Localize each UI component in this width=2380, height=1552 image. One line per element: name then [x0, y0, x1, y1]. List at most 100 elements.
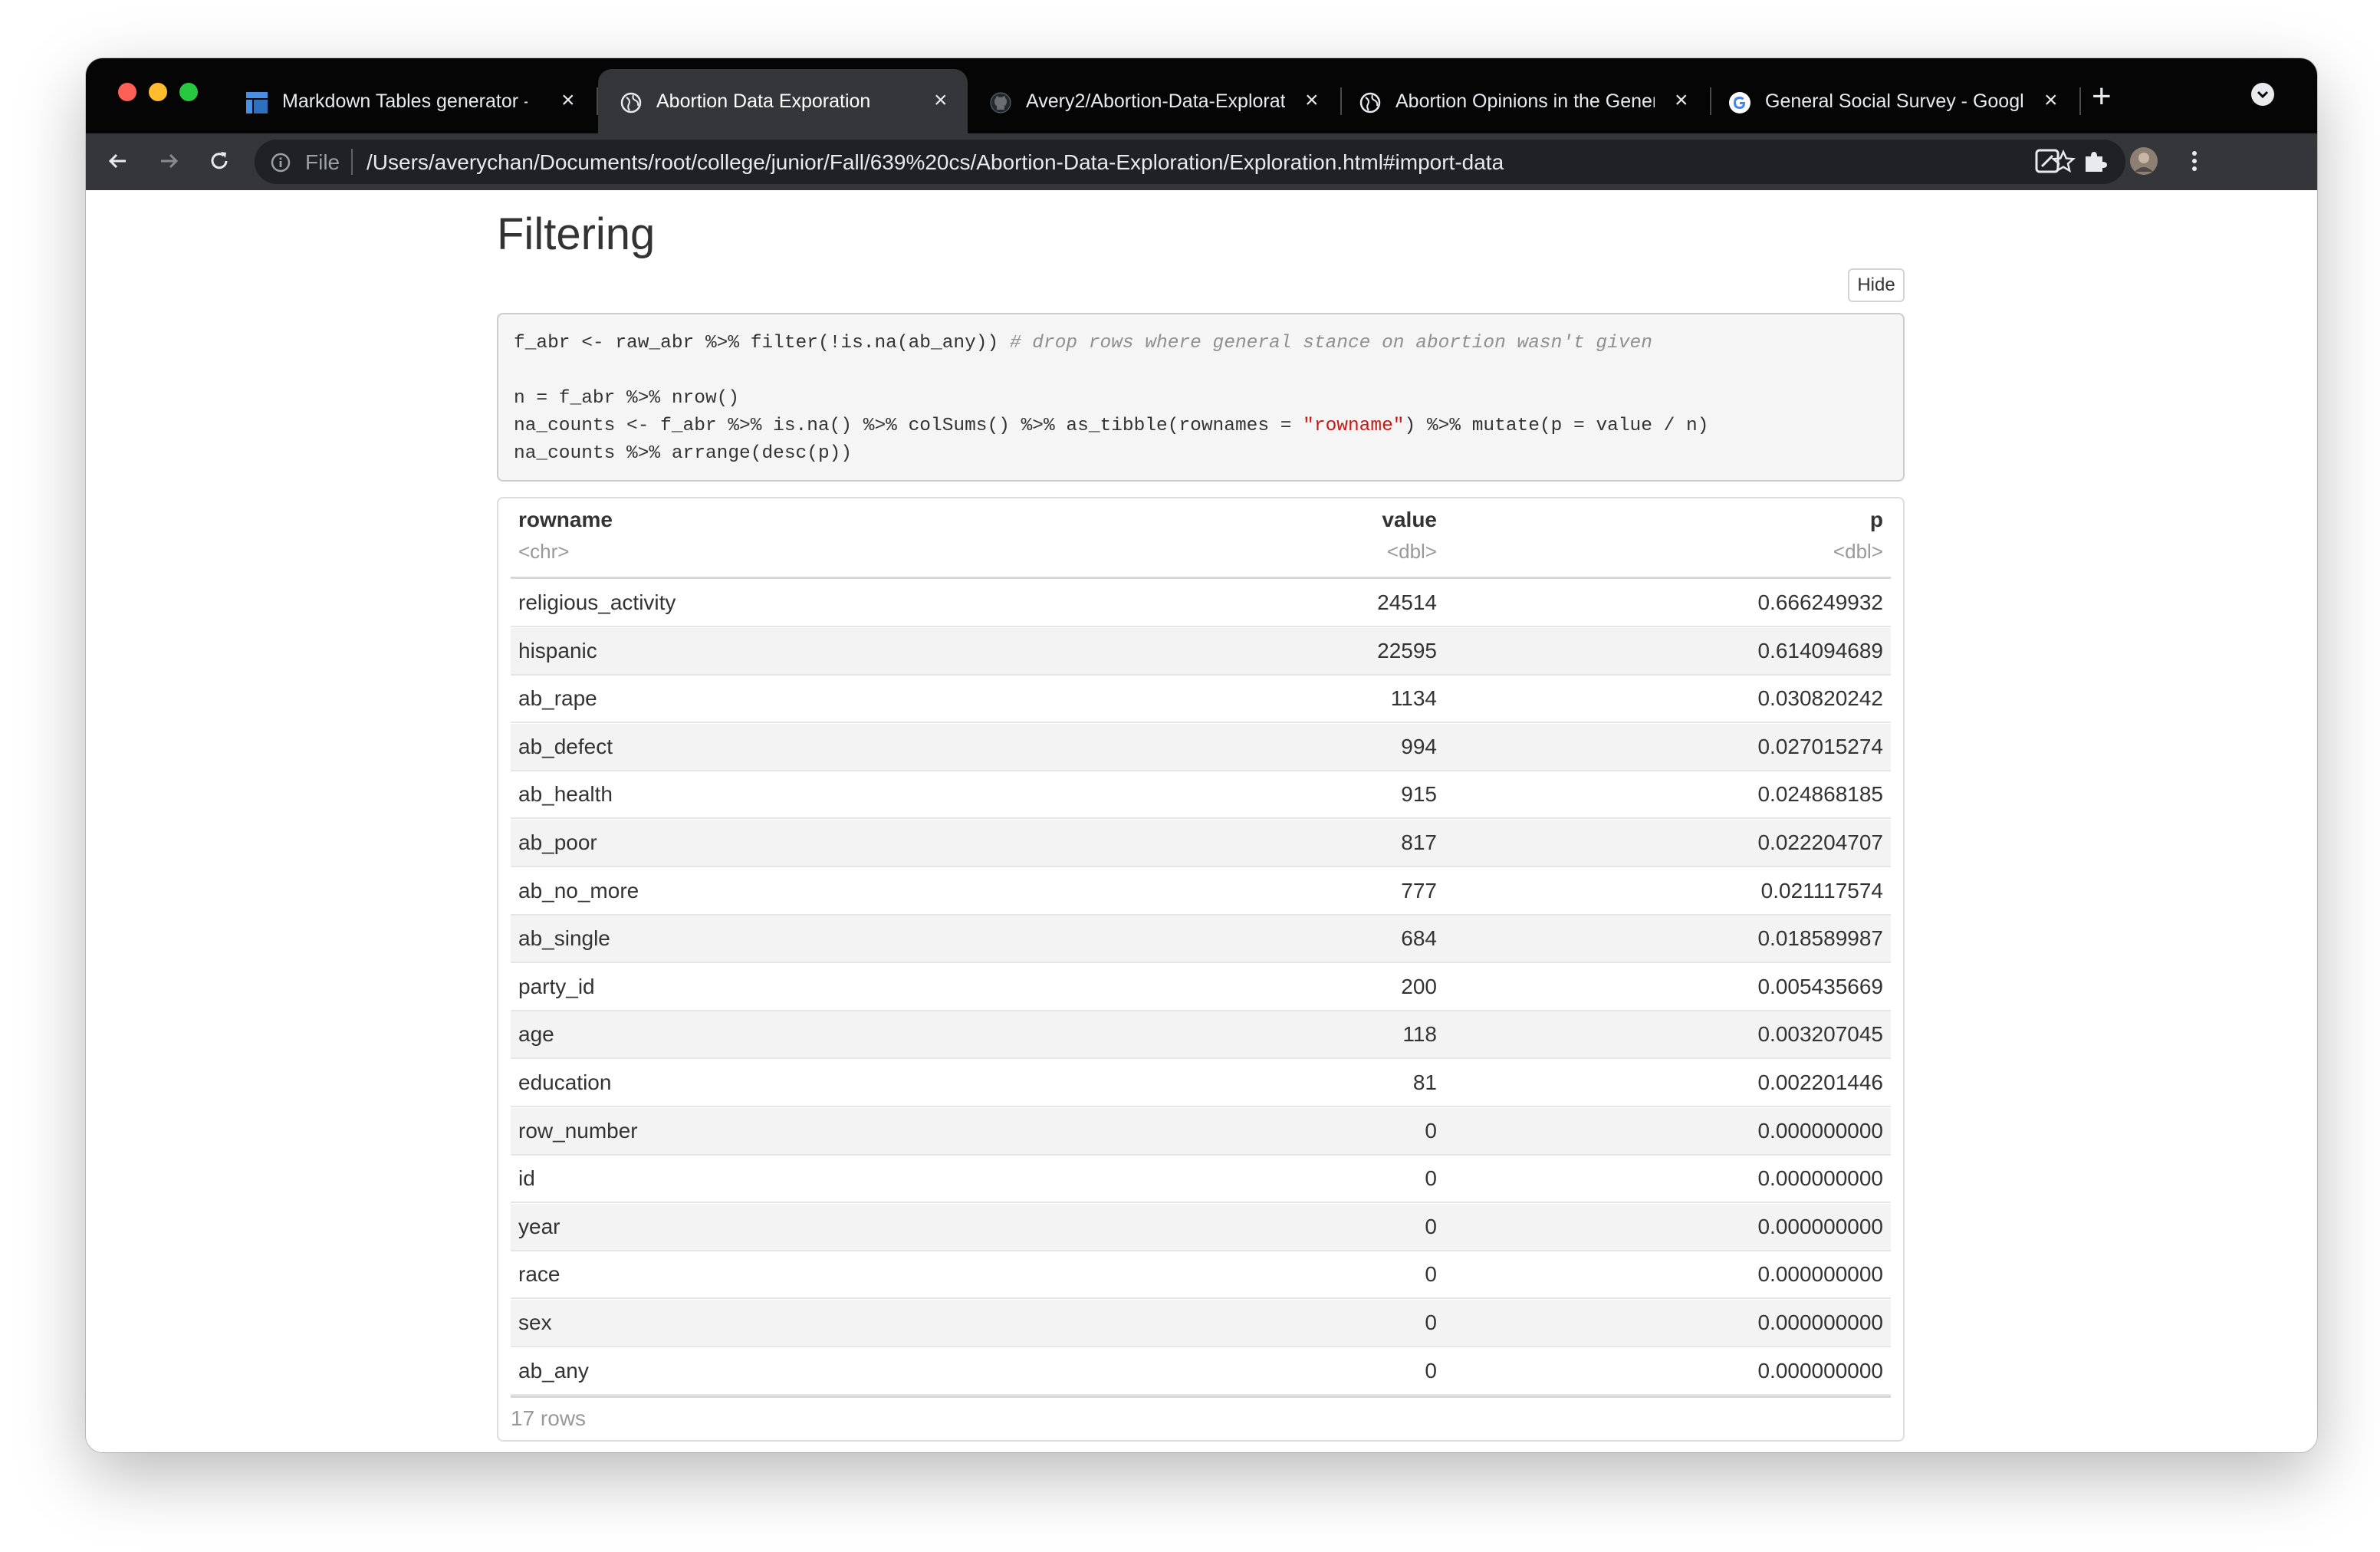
cell-rowname: ab_single	[518, 926, 610, 951]
tab-search-chevron-icon[interactable]	[2251, 83, 2274, 106]
cell-value: 817	[1401, 830, 1437, 854]
tab-label: Abortion Data Exporation	[656, 90, 871, 112]
column-type-rowname: <chr>	[518, 540, 570, 563]
cell-p: 0.614094689	[1757, 638, 1883, 663]
code-comment: # drop rows where general stance on abor…	[1009, 333, 1652, 353]
cell-p: 0.030820242	[1757, 686, 1883, 711]
table-row: religious_activity 24514 0.666249932	[511, 580, 1891, 627]
tab-markdown-tables[interactable]: Markdown Tables generator - T ×	[224, 69, 592, 133]
cell-rowname: party_id	[518, 974, 595, 998]
cell-value: 22595	[1377, 638, 1437, 663]
url-divider	[351, 149, 353, 175]
cell-p: 0.018589987	[1757, 926, 1883, 951]
cell-value: 994	[1401, 734, 1437, 758]
cell-rowname: year	[518, 1214, 560, 1238]
code-line-2: n = f_abr %>% nrow()	[514, 388, 740, 409]
column-header-rowname: rowname	[518, 508, 613, 531]
cell-rowname: age	[518, 1022, 554, 1047]
close-tab-icon[interactable]: ×	[2044, 89, 2058, 112]
close-window-button[interactable]	[118, 83, 136, 101]
cell-value: 118	[1402, 1022, 1437, 1047]
row-count-footer: 17 rows	[511, 1406, 587, 1430]
table-row: row_number 0 0.000000000	[511, 1107, 1891, 1156]
browser-toolbar: File /Users/averychan/Documents/root/col…	[86, 133, 2317, 190]
table-row: year 0 0.000000000	[511, 1203, 1891, 1251]
tab-abortion-opinions[interactable]: Abortion Opinions in the Gener ×	[1337, 69, 1707, 133]
google-icon	[1729, 92, 1750, 113]
more-menu-icon[interactable]	[2179, 146, 2210, 176]
close-tab-icon[interactable]: ×	[1675, 89, 1688, 112]
cell-value: 0	[1425, 1118, 1437, 1143]
cell-value: 24514	[1377, 590, 1437, 614]
table-row: race 0 0.000000000	[511, 1251, 1891, 1300]
cell-value: 81	[1412, 1070, 1437, 1094]
cell-p: 0.000000000	[1757, 1118, 1883, 1143]
cell-rowname: ab_defect	[518, 734, 613, 758]
reload-icon[interactable]	[204, 146, 235, 176]
cell-p: 0.027015274	[1757, 734, 1883, 758]
page-title: Filtering	[497, 209, 656, 259]
forward-arrow-icon[interactable]	[153, 146, 184, 176]
cell-p: 0.666249932	[1757, 590, 1883, 614]
code-block: f_abr <- raw_abr %>% filter(!is.na(ab_an…	[497, 313, 1905, 482]
tab-bar: Markdown Tables generator - T × Abortion…	[86, 58, 2317, 133]
cell-value: 1134	[1390, 686, 1437, 711]
table-row: ab_single 684 0.018589987	[511, 916, 1891, 964]
cell-value: 0	[1425, 1166, 1437, 1191]
tab-abortion-data-exporation[interactable]: Abortion Data Exporation ×	[598, 69, 968, 133]
cell-p: 0.000000000	[1757, 1262, 1883, 1287]
column-header-value: value	[1382, 508, 1437, 531]
new-tab-plus-icon[interactable]: +	[2092, 80, 2112, 113]
tab-divider	[2079, 87, 2081, 115]
code-text: f_abr <- raw_abr %>% filter(!is.na(ab_an…	[514, 333, 1010, 353]
cell-p: 0.000000000	[1757, 1214, 1883, 1238]
extension-edit-icon[interactable]	[2032, 146, 2063, 176]
cell-value: 684	[1401, 926, 1437, 951]
file-scheme-label: File	[305, 150, 340, 174]
cell-rowname: ab_health	[518, 782, 613, 807]
table-row: ab_poor 817 0.022204707	[511, 820, 1891, 867]
globe-icon	[1359, 92, 1381, 113]
minimize-window-button[interactable]	[149, 83, 167, 101]
cell-rowname: hispanic	[518, 638, 597, 663]
footer-divider	[511, 1396, 1891, 1398]
cell-rowname: race	[518, 1262, 560, 1287]
close-tab-icon[interactable]: ×	[561, 89, 575, 112]
cell-rowname: ab_no_more	[518, 878, 639, 903]
column-type-value: <dbl>	[1386, 540, 1437, 563]
cell-rowname: ab_any	[518, 1358, 589, 1383]
cell-p: 0.000000000	[1757, 1310, 1883, 1334]
github-icon	[990, 92, 1011, 113]
table-row: ab_any 0 0.000000000	[511, 1347, 1891, 1396]
back-arrow-icon[interactable]	[103, 146, 133, 176]
info-icon[interactable]	[270, 152, 291, 173]
column-header-p: p	[1869, 508, 1883, 531]
close-tab-icon[interactable]: ×	[934, 89, 948, 112]
cell-rowname: id	[518, 1166, 535, 1191]
tibble-output-table: rowname <chr> value <dbl> p <dbl> religi…	[497, 497, 1905, 1442]
tab-github-repo[interactable]: Avery2/Abortion-Data-Explorat ×	[968, 69, 1337, 133]
table-row: sex 0 0.000000000	[511, 1300, 1891, 1347]
code-string: "rowname"	[1303, 416, 1405, 436]
page-content: Filtering Hide f_abr <- raw_abr %>% filt…	[86, 190, 2317, 1452]
table-row: education 81 0.002201446	[511, 1060, 1891, 1107]
column-type-p: <dbl>	[1833, 540, 1883, 563]
extensions-puzzle-icon[interactable]	[2079, 146, 2110, 176]
table-row: hispanic 22595 0.614094689	[511, 627, 1891, 676]
table-row: ab_defect 994 0.027015274	[511, 723, 1891, 771]
address-bar[interactable]: File /Users/averychan/Documents/root/col…	[255, 140, 2125, 184]
url-text[interactable]: /Users/averychan/Documents/root/college/…	[367, 150, 1504, 175]
code-line-1: f_abr <- raw_abr %>% filter(!is.na(ab_an…	[514, 330, 1652, 357]
code-line-3: na_counts <- f_abr %>% is.na() %>% colSu…	[514, 413, 1708, 440]
cell-p: 0.024868185	[1757, 782, 1883, 807]
close-tab-icon[interactable]: ×	[1305, 89, 1319, 112]
cell-value: 777	[1401, 878, 1437, 903]
zoom-window-button[interactable]	[179, 83, 198, 101]
profile-avatar-icon[interactable]	[2129, 146, 2159, 176]
cell-rowname: row_number	[518, 1118, 638, 1143]
cell-value: 0	[1425, 1310, 1437, 1334]
tab-general-social-survey[interactable]: General Social Survey - Google ×	[1707, 69, 2076, 133]
hide-code-button[interactable]: Hide	[1848, 268, 1905, 302]
table-row: party_id 200 0.005435669	[511, 963, 1891, 1011]
table-row: id 0 0.000000000	[511, 1156, 1891, 1204]
